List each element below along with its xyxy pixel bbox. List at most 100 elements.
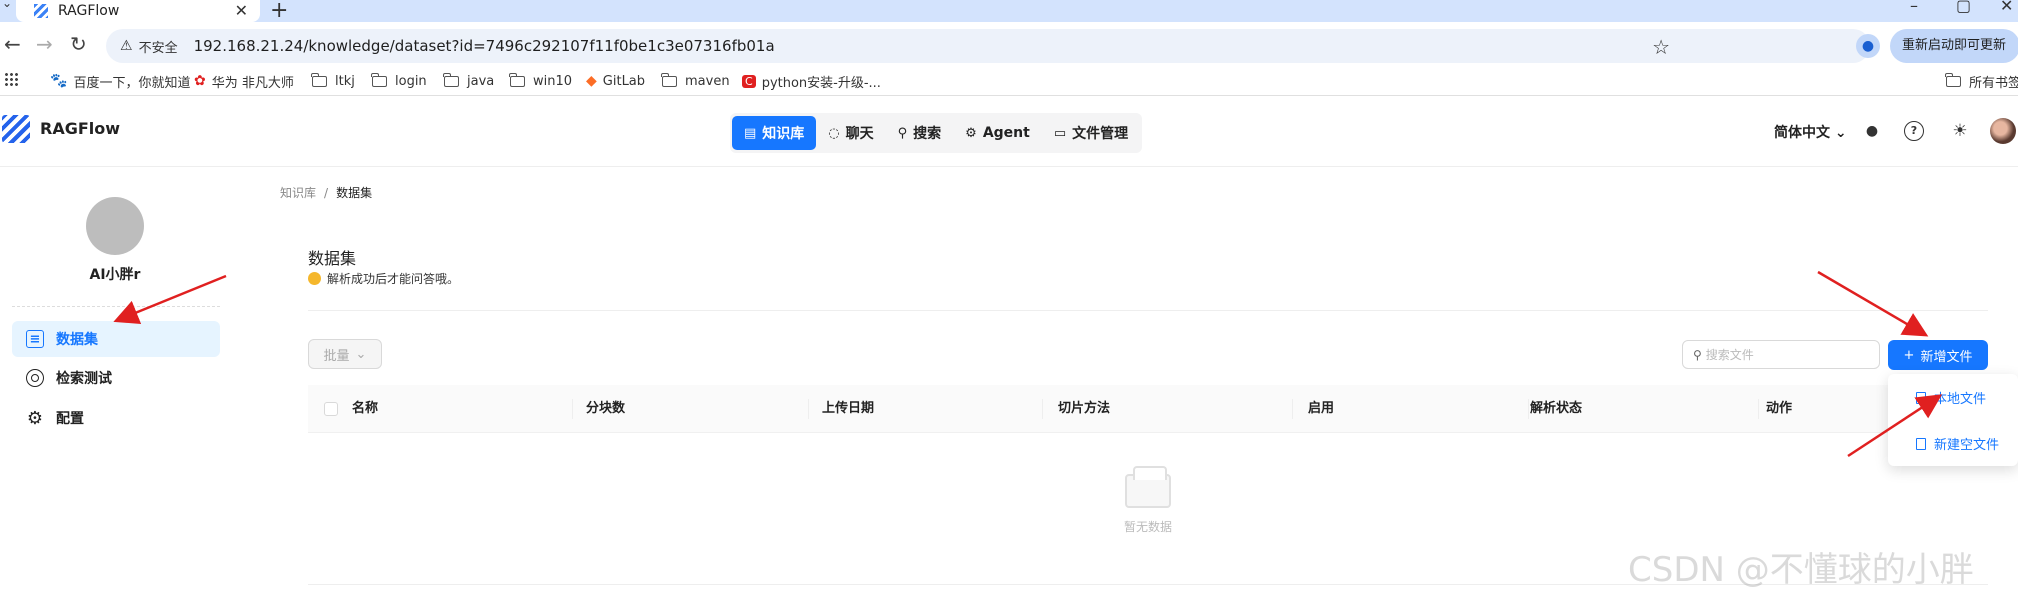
target-icon <box>26 369 44 387</box>
csdn-icon: C <box>742 74 756 88</box>
breadcrumb-parent[interactable]: 知识库 <box>280 186 316 200</box>
url-text[interactable]: 192.168.21.24/knowledge/dataset?id=7496c… <box>194 37 775 55</box>
browser-tab[interactable]: RAGFlow ✕ <box>16 0 260 22</box>
folder-icon <box>371 72 387 87</box>
apps-grid-icon[interactable] <box>4 72 18 86</box>
nav-chat[interactable]: ◌ 聊天 <box>816 116 885 150</box>
folder-icon <box>443 72 459 87</box>
sun-theme-icon[interactable]: ☀ <box>1950 121 1970 141</box>
ragflow-favicon-icon <box>34 4 48 18</box>
bookmark-maven[interactable]: maven <box>661 66 730 96</box>
chevron-down-icon: ⌄ <box>1834 125 1847 141</box>
user-avatar[interactable] <box>1990 118 2016 144</box>
tab-list-chevron-icon[interactable]: ⌄ <box>2 0 12 10</box>
language-label: 简体中文 <box>1774 125 1830 141</box>
search-icon: ⚲ <box>1693 347 1702 362</box>
bookmark-baidu[interactable]: 🐾 百度一下，你就知道 <box>50 66 190 96</box>
new-file-dropdown: 本地文件 新建空文件 <box>1888 374 2018 466</box>
bookmark-java[interactable]: java <box>443 66 494 96</box>
logo-text: RAGFlow <box>40 119 121 138</box>
column-header-chunk-method[interactable]: 切片方法 <box>1058 385 1110 433</box>
github-icon[interactable]: ● <box>1862 121 1882 141</box>
bookmark-huawei[interactable]: ✿ 华为 非凡大师 <box>194 66 294 96</box>
back-arrow-icon[interactable]: ← <box>4 32 21 56</box>
folder-icon <box>661 72 677 87</box>
breadcrumb-separator: / <box>324 186 329 200</box>
bookmark-label: ltkj <box>335 73 355 89</box>
bookmark-ltkj[interactable]: ltkj <box>311 66 355 96</box>
app-header: RAGFlow ▤ 知识库 ◌ 聊天 ⚲ 搜索 ⚙ Agent ▭ 文件管理 简… <box>0 97 2018 167</box>
sidebar-item-label: 配置 <box>56 411 84 427</box>
nav-file-management[interactable]: ▭ 文件管理 <box>1042 116 1140 150</box>
window-minimize-icon[interactable]: – <box>1910 0 1918 15</box>
all-bookmarks-label: 所有书签 <box>1969 75 2018 91</box>
page-title: 数据集 <box>308 249 357 268</box>
url-omnibox[interactable]: ⚠ 不安全 192.168.21.24/knowledge/dataset?id… <box>106 29 1870 63</box>
menu-item-label: 新建空文件 <box>1934 438 2000 453</box>
bookmark-label: python安装-升级-... <box>761 75 881 91</box>
help-icon[interactable]: ? <box>1904 121 1924 141</box>
folder-icon <box>1945 72 1961 87</box>
all-bookmarks[interactable]: 所有书签 <box>1945 66 2018 96</box>
bookmark-login[interactable]: login <box>371 66 427 96</box>
nav-agent[interactable]: ⚙ Agent <box>953 116 1042 150</box>
reload-icon[interactable]: ↻ <box>70 32 87 56</box>
sidebar-item-dataset[interactable]: ≡ 数据集 <box>12 321 220 357</box>
bookmark-label: GitLab <box>602 73 646 89</box>
bookmark-python[interactable]: C python安装-升级-... <box>742 66 881 96</box>
huawei-icon: ✿ <box>194 73 206 89</box>
insecure-label[interactable]: 不安全 <box>139 37 178 56</box>
bookmark-label: maven <box>685 73 730 89</box>
empty-inbox-icon <box>1125 466 1171 508</box>
sidebar-item-config[interactable]: ⚙ 配置 <box>12 400 220 436</box>
folder-icon <box>311 72 327 87</box>
sidebar-item-retrieval-test[interactable]: 检索测试 <box>12 360 220 396</box>
nav-knowledge-base[interactable]: ▤ 知识库 <box>732 116 817 150</box>
menu-item-label: 本地文件 <box>1934 392 1987 407</box>
bookmark-star-icon[interactable]: ☆ <box>1652 35 1670 59</box>
plus-icon: + <box>1903 347 1915 363</box>
new-tab-plus-icon[interactable]: + <box>270 0 288 23</box>
menu-item-new-empty-file[interactable]: 新建空文件 <box>1916 434 1999 453</box>
column-header-parse-status[interactable]: 解析状态 <box>1530 385 1582 433</box>
tip-text: 解析成功后才能问答哦。 <box>327 272 460 286</box>
menu-item-local-file[interactable]: 本地文件 <box>1916 388 1986 407</box>
column-header-chunks[interactable]: 分块数 <box>586 385 625 433</box>
warning-triangle-icon[interactable]: ⚠ <box>120 38 133 54</box>
bookmark-gitlab[interactable]: ◆ GitLab <box>586 66 645 96</box>
chevron-down-icon: ⌄ <box>355 346 367 362</box>
baidu-icon: 🐾 <box>50 73 68 89</box>
profile-icon[interactable]: ● <box>1856 34 1880 58</box>
new-file-button[interactable]: + 新增文件 <box>1888 340 1988 370</box>
column-header-actions[interactable]: 动作 <box>1766 385 1792 433</box>
column-header-upload-date[interactable]: 上传日期 <box>822 385 874 433</box>
column-separator <box>572 399 573 419</box>
search-input[interactable] <box>1705 347 1866 362</box>
column-header-name[interactable]: 名称 <box>352 385 378 433</box>
select-all-checkbox[interactable] <box>324 402 338 416</box>
bookmark-label: login <box>395 73 427 89</box>
search-box[interactable]: ⚲ <box>1682 340 1880 369</box>
column-separator <box>1758 399 1759 419</box>
sidebar: AI小胖r ≡ 数据集 检索测试 ⚙ 配置 <box>0 168 230 601</box>
chat-icon: ◌ <box>828 125 840 141</box>
nav-search[interactable]: ⚲ 搜索 <box>886 116 954 150</box>
batch-button[interactable]: 批量 ⌄ <box>308 339 382 369</box>
column-header-enabled[interactable]: 启用 <box>1308 385 1334 433</box>
bookmark-label: 华为 非凡大师 <box>211 75 294 91</box>
forward-arrow-icon[interactable]: → <box>36 32 53 56</box>
empty-state: 暂无数据 <box>1100 466 1196 535</box>
language-select[interactable]: 简体中文 ⌄ <box>1774 122 1847 142</box>
tab-close-icon[interactable]: ✕ <box>235 1 248 20</box>
nav-label: 聊天 <box>845 126 874 142</box>
window-maximize-icon[interactable]: ▢ <box>1956 0 1971 15</box>
column-separator <box>808 399 809 419</box>
window-close-icon[interactable]: ✕ <box>2000 0 2013 15</box>
ragflow-logo-icon <box>2 115 30 143</box>
folder-icon <box>509 72 525 87</box>
bookmark-win10[interactable]: win10 <box>509 66 572 96</box>
update-button[interactable]: 重新启动即可更新 <box>1890 29 2018 63</box>
tab-title: RAGFlow <box>58 3 120 19</box>
batch-label: 批量 <box>323 348 350 364</box>
sidebar-item-label: 检索测试 <box>56 371 112 387</box>
